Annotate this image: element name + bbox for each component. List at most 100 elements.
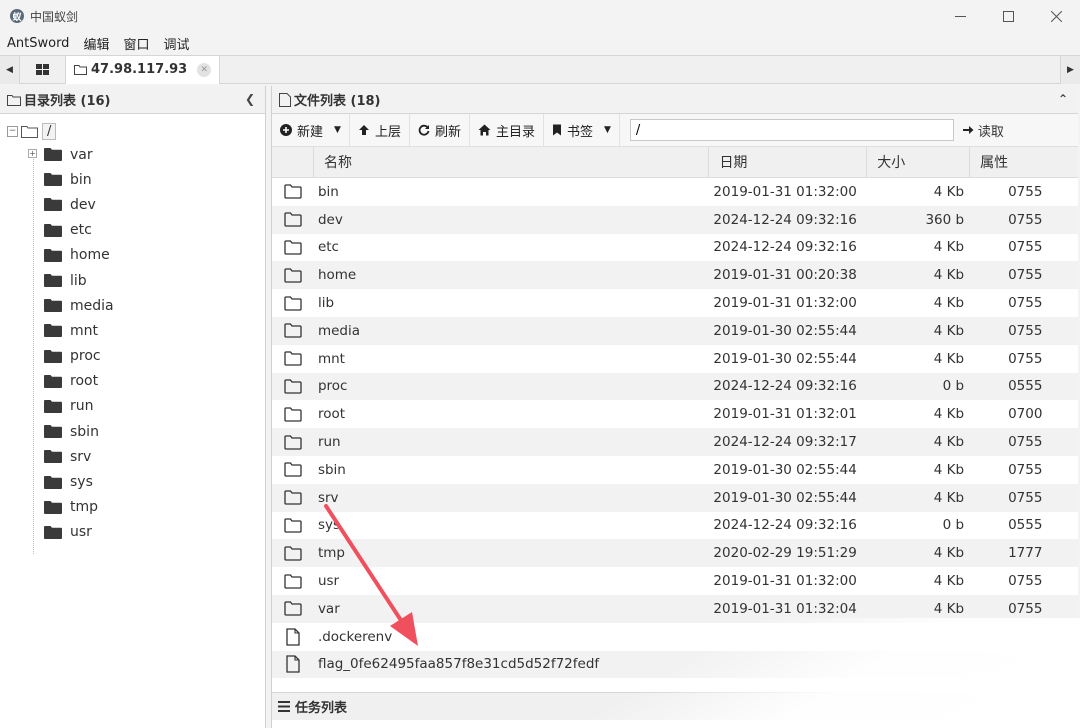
table-row[interactable]: sbin 2019-01-30 02:55:44 4 Kb 0755 [272, 456, 1078, 484]
table-row[interactable]: srv 2019-01-30 02:55:44 4 Kb 0755 [272, 483, 1078, 512]
tab-scroll-right-button[interactable]: ▶ [1060, 56, 1080, 84]
tree-root[interactable]: − / [0, 120, 265, 142]
table-row[interactable]: lib 2019-01-31 01:32:00 4 Kb 0755 [272, 289, 1078, 317]
tree-item-label: var [70, 146, 93, 163]
table-row[interactable]: run 2024-12-24 09:32:17 4 Kb 0755 [272, 428, 1078, 456]
row-date: 2019-01-31 01:32:00 [713, 573, 857, 590]
row-date: 2020-02-29 19:51:29 [713, 545, 857, 562]
row-name: proc [317, 378, 348, 395]
file-grid: bin 2019-01-31 01:32:00 4 Kb 0755 dev 2024-12… [272, 178, 1078, 679]
tree-item-label: bin [70, 171, 92, 188]
menu-window[interactable]: 窗口 [116, 34, 156, 53]
refresh-button[interactable]: 刷新 [410, 113, 470, 147]
row-name: lib [317, 295, 335, 312]
read-path-button[interactable]: 读取 [962, 121, 1004, 140]
path-input[interactable] [629, 119, 954, 141]
column-attr-header[interactable]: 属性 [970, 147, 1078, 177]
folder-icon [44, 148, 62, 162]
table-row[interactable]: tmp 2020-02-29 19:51:29 4 Kb 1777 [272, 539, 1078, 568]
tab-home[interactable] [20, 55, 66, 84]
column-size-header[interactable]: 大小 [867, 147, 971, 177]
table-row[interactable]: mnt 2019-01-30 02:55:44 4 Kb 0755 [272, 345, 1078, 373]
new-button[interactable]: 新建 ▼ [272, 113, 350, 147]
row-name: run [317, 434, 341, 451]
up-button[interactable]: 上层 [350, 113, 410, 147]
directory-tree: − / + var bin dev etc home lib media mnt proc root… [0, 114, 265, 554]
folder-outline-icon [284, 546, 302, 561]
row-date [709, 651, 867, 679]
tree-item-dev[interactable]: dev [0, 192, 265, 217]
table-row[interactable]: dev 2024-12-24 09:32:16 360 b 0755 [272, 205, 1078, 234]
row-size: 4 Kb [933, 573, 965, 590]
folder-icon [44, 349, 62, 363]
tab-shell[interactable]: 47.98.117.93 ✕ [66, 55, 221, 84]
file-toolbar: 新建 ▼ 上层 刷新 主目录 书签 ▼ 读取 [272, 113, 1078, 147]
tree-item-label: dev [70, 196, 96, 213]
tree-item-sys[interactable]: sys [0, 469, 265, 494]
minimize-button[interactable] [936, 0, 984, 32]
tree-collapse-icon[interactable]: − [7, 125, 18, 137]
folder-icon [44, 500, 62, 514]
tree-item-etc[interactable]: etc [0, 218, 265, 243]
tree-item-mnt[interactable]: mnt [0, 318, 265, 343]
task-list-label: 任务列表 [295, 701, 348, 716]
table-row[interactable]: flag_0fe62495faa857f8e31cd5d52f72fedf [272, 650, 1078, 679]
close-icon [1050, 10, 1062, 22]
table-row[interactable]: home 2019-01-31 00:20:38 4 Kb 0755 [272, 261, 1078, 290]
row-type-icon [272, 234, 314, 262]
row-size: 4 Kb [933, 600, 965, 617]
column-date-header[interactable]: 日期 [709, 147, 868, 177]
tree-item-root[interactable]: root [0, 369, 265, 394]
table-row[interactable]: sys 2024-12-24 09:32:16 0 b 0555 [272, 512, 1078, 540]
tree-item-tmp[interactable]: tmp [0, 495, 265, 520]
table-row[interactable]: bin 2019-01-31 01:32:00 4 Kb 0755 [272, 178, 1078, 206]
table-row[interactable]: var 2019-01-31 01:32:04 4 Kb 0755 [272, 594, 1078, 623]
tree-item-usr[interactable]: usr [0, 520, 265, 545]
tree-item-sbin[interactable]: sbin [0, 419, 265, 444]
table-row[interactable]: proc 2024-12-24 09:32:16 0 b 0555 [272, 372, 1078, 401]
tree-item-lib[interactable]: lib [0, 268, 265, 293]
home-directory-button[interactable]: 主目录 [470, 113, 544, 147]
row-size [867, 651, 970, 679]
tree-item-var[interactable]: + var [0, 142, 265, 167]
bookmark-button[interactable]: 书签 ▼ [544, 113, 620, 147]
column-icon-header [272, 147, 314, 177]
row-name: root [317, 406, 346, 423]
column-name-header[interactable]: 名称 [314, 147, 710, 177]
collapse-up-icon[interactable]: ⌃ [1058, 92, 1068, 106]
folder-icon [44, 198, 62, 212]
folder-outline-icon [284, 295, 302, 311]
collapse-left-icon[interactable]: ❮ [245, 92, 255, 106]
maximize-button[interactable] [984, 0, 1032, 32]
folder-icon [44, 173, 62, 187]
menu-edit[interactable]: 编辑 [76, 34, 116, 53]
row-type-icon [272, 512, 314, 540]
tab-scroll-left-button[interactable]: ◀ [0, 55, 20, 84]
menu-debug[interactable]: 调试 [156, 34, 196, 53]
menu-bar: AntSword 编辑 窗口 调试 [0, 32, 1080, 54]
refresh-icon [418, 124, 430, 136]
menu-antsword[interactable]: AntSword [0, 36, 76, 51]
task-list-bar[interactable]: 任务列表 [272, 692, 1079, 720]
folder-outline-icon [284, 268, 302, 283]
tree-item-run[interactable]: run [0, 394, 265, 419]
tree-item-srv[interactable]: srv [0, 444, 265, 469]
tree-item-home[interactable]: home [0, 243, 265, 268]
tree-item-media[interactable]: media [0, 293, 265, 318]
directory-panel-title: 目录列表 (16) [24, 94, 111, 109]
folder-outline-icon [21, 125, 38, 138]
row-type-icon [272, 456, 314, 484]
table-row[interactable]: etc 2024-12-24 09:32:16 4 Kb 0755 [272, 234, 1078, 262]
table-row[interactable]: usr 2019-01-31 01:32:00 4 Kb 0755 [272, 567, 1078, 595]
plus-circle-icon [280, 124, 292, 136]
window-title: 中国蚁剑 [30, 9, 79, 24]
close-button[interactable] [1032, 0, 1080, 32]
folder-outline-icon [284, 184, 302, 200]
tree-expand-icon[interactable]: + [28, 149, 37, 158]
tree-item-proc[interactable]: proc [0, 344, 265, 369]
table-row[interactable]: .dockerenv [272, 623, 1078, 651]
table-row[interactable]: media 2019-01-30 02:55:44 4 Kb 0755 [272, 316, 1078, 345]
tab-close-icon[interactable]: ✕ [197, 62, 212, 77]
tree-item-bin[interactable]: bin [0, 167, 265, 192]
table-row[interactable]: root 2019-01-31 01:32:01 4 Kb 0700 [272, 400, 1078, 428]
